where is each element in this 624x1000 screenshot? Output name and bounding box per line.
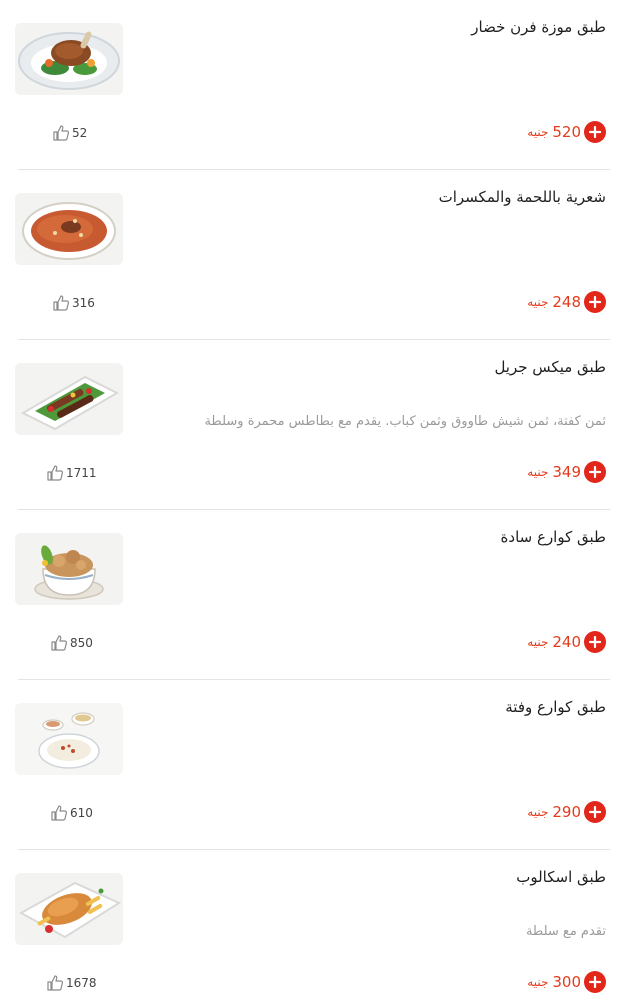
item-title[interactable]: طبق ميكس جريل <box>494 358 606 376</box>
add-to-cart-button[interactable] <box>584 121 606 143</box>
price-currency: جنيه <box>527 975 549 989</box>
likes-count: 1711 <box>66 466 97 480</box>
likes-count: 1678 <box>66 976 97 990</box>
plus-icon <box>589 976 601 988</box>
likes[interactable]: 610 <box>50 804 93 822</box>
likes-count: 316 <box>72 296 95 310</box>
likes[interactable]: 1711 <box>46 464 97 482</box>
add-to-cart-button[interactable] <box>584 971 606 993</box>
plus-icon <box>589 806 601 818</box>
plus-icon <box>589 126 601 138</box>
price-value: 290 <box>552 803 581 821</box>
trotters-fatta-photo[interactable] <box>15 703 123 775</box>
add-to-cart-button[interactable] <box>584 461 606 483</box>
price-currency: جنيه <box>527 465 549 479</box>
price-value: 349 <box>552 463 581 481</box>
noodles-meat-plate-photo[interactable] <box>15 193 123 265</box>
thumbs-up-icon <box>51 635 68 651</box>
menu-item[interactable]: طبق ميكس جريل ثمن كفتة، ثمن شيش طاووق وث… <box>0 340 624 510</box>
add-to-cart-button[interactable] <box>584 291 606 313</box>
price-row: جنيه 290 <box>527 801 606 823</box>
item-title[interactable]: طبق موزة فرن خضار <box>471 18 606 36</box>
add-to-cart-button[interactable] <box>584 631 606 653</box>
price-row: جنيه 240 <box>527 631 606 653</box>
price-value: 240 <box>552 633 581 651</box>
item-title[interactable]: طبق اسكالوب <box>516 868 606 886</box>
thumbs-up-icon <box>53 295 70 311</box>
likes-count: 850 <box>70 636 93 650</box>
likes-count: 52 <box>72 126 88 140</box>
price-currency: جنيه <box>527 635 549 649</box>
menu-item[interactable]: طبق اسكالوب تقدم مع سلطة جنيه 300 1678 <box>0 850 624 1000</box>
price-value: 300 <box>552 973 581 991</box>
item-title[interactable]: شعرية باللحمة والمكسرات <box>439 188 606 206</box>
likes[interactable]: 850 <box>50 634 93 652</box>
plus-icon <box>589 466 601 478</box>
menu-item[interactable]: شعرية باللحمة والمكسرات جنيه 248 316 <box>0 170 624 340</box>
price-currency: جنيه <box>527 295 549 309</box>
trotters-bowl-photo[interactable] <box>15 533 123 605</box>
item-title[interactable]: طبق كوارع سادة <box>501 528 606 546</box>
price-row: جنيه 248 <box>527 291 606 313</box>
menu-item[interactable]: طبق موزة فرن خضار جنيه 520 52 <box>0 0 624 170</box>
price-value: 248 <box>552 293 581 311</box>
thumbs-up-icon <box>53 125 70 141</box>
menu-list: طبق موزة فرن خضار جنيه 520 52 شعرية بالل… <box>0 0 624 1000</box>
price-row: جنيه 349 <box>527 461 606 483</box>
roast-lamb-plate-photo[interactable] <box>15 23 123 95</box>
likes[interactable]: 52 <box>52 124 87 142</box>
likes-count: 610 <box>70 806 93 820</box>
likes[interactable]: 316 <box>52 294 95 312</box>
item-description: تقدم مع سلطة <box>525 924 606 939</box>
price-currency: جنيه <box>527 125 549 139</box>
thumbs-up-icon <box>51 805 68 821</box>
price-value: 520 <box>552 123 581 141</box>
item-title[interactable]: طبق كوارع وفتة <box>505 698 606 716</box>
price-currency: جنيه <box>527 805 549 819</box>
add-to-cart-button[interactable] <box>584 801 606 823</box>
escalope-plate-photo[interactable] <box>15 873 123 945</box>
thumbs-up-icon <box>47 465 64 481</box>
price-row: جنيه 300 <box>527 971 606 993</box>
menu-item[interactable]: طبق كوارع سادة جنيه 240 850 <box>0 510 624 680</box>
item-description: ثمن كفتة، ثمن شيش طاووق وثمن كباب. يقدم … <box>204 414 606 429</box>
mixed-grill-plate-photo[interactable] <box>15 363 123 435</box>
thumbs-up-icon <box>47 975 64 991</box>
likes[interactable]: 1678 <box>46 974 97 992</box>
plus-icon <box>589 296 601 308</box>
plus-icon <box>589 636 601 648</box>
price-row: جنيه 520 <box>527 121 606 143</box>
menu-item[interactable]: طبق كوارع وفتة جنيه 290 610 <box>0 680 624 850</box>
